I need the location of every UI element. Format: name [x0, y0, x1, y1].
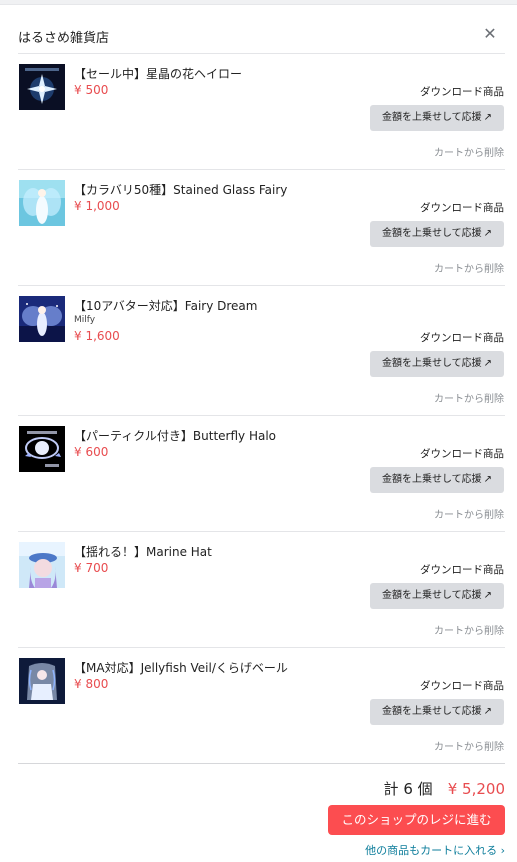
- product-price: ¥ 700: [74, 561, 109, 575]
- cart-item: 【セール中】星晶の花ヘイロー ¥ 500 ダウンロード商品 金額を上乗せして応援…: [18, 54, 505, 170]
- product-title[interactable]: 【セール中】星晶の花ヘイロー: [74, 65, 242, 82]
- boost-button-label: 金額を上乗せして応援: [381, 706, 482, 717]
- product-type-label: ダウンロード商品: [420, 86, 504, 98]
- remove-from-cart-link[interactable]: カートから削除: [434, 260, 504, 275]
- boost-button-label: 金額を上乗せして応援: [381, 358, 482, 369]
- continue-shopping-link[interactable]: 他の商品もカートに入れる ›: [365, 842, 505, 858]
- product-price: ¥ 1,600: [74, 329, 120, 343]
- product-thumbnail[interactable]: [19, 658, 65, 704]
- boost-payment-button[interactable]: 金額を上乗せして応援 ↗: [370, 583, 504, 609]
- product-price: ¥ 500: [74, 83, 109, 97]
- product-title[interactable]: 【MA対応】Jellyfish Veil/くらげベール: [74, 659, 288, 676]
- remove-from-cart-link[interactable]: カートから削除: [434, 506, 504, 521]
- product-title[interactable]: 【揺れる！】Marine Hat: [74, 543, 212, 560]
- cart-panel: はるさめ雑貨店 ✕ 【セール中】星晶の花ヘイロー ¥ 500 ダウンロード商品 …: [0, 5, 517, 862]
- external-link-arrow-icon: ↗: [483, 112, 493, 123]
- product-price: ¥ 800: [74, 677, 109, 691]
- chevron-right-icon: ›: [500, 844, 505, 857]
- boost-payment-button[interactable]: 金額を上乗せして応援 ↗: [370, 467, 504, 493]
- product-thumbnail[interactable]: [19, 426, 65, 472]
- shop-name: はるさめ雑貨店: [18, 31, 110, 46]
- external-link-arrow-icon: ↗: [483, 590, 493, 601]
- product-type-label: ダウンロード商品: [420, 448, 504, 460]
- boost-button-label: 金額を上乗せして応援: [381, 112, 482, 123]
- product-thumbnail[interactable]: [19, 64, 65, 110]
- product-type-label: ダウンロード商品: [420, 564, 504, 576]
- checkout-button[interactable]: このショップのレジに進む: [328, 805, 505, 835]
- external-link-arrow-icon: ↗: [483, 474, 493, 485]
- remove-from-cart-link[interactable]: カートから削除: [434, 622, 504, 637]
- remove-from-cart-link[interactable]: カートから削除: [434, 738, 504, 753]
- cart-item-list: 【セール中】星晶の花ヘイロー ¥ 500 ダウンロード商品 金額を上乗せして応援…: [18, 54, 505, 764]
- boost-payment-button[interactable]: 金額を上乗せして応援 ↗: [370, 221, 504, 247]
- product-price: ¥ 600: [74, 445, 109, 459]
- external-link-arrow-icon: ↗: [483, 358, 493, 369]
- cart-item: 【カラバリ50種】Stained Glass Fairy ¥ 1,000 ダウン…: [18, 170, 505, 286]
- product-title[interactable]: 【10アバター対応】Fairy Dream: [74, 297, 257, 314]
- total-item-count: 計 6 個: [383, 780, 433, 798]
- product-title[interactable]: 【カラバリ50種】Stained Glass Fairy: [74, 181, 287, 198]
- boost-button-label: 金額を上乗せして応援: [381, 228, 482, 239]
- cart-total: 計 6 個 ¥ 5,200: [384, 778, 505, 799]
- product-price: ¥ 1,000: [74, 199, 120, 213]
- boost-payment-button[interactable]: 金額を上乗せして応援 ↗: [370, 351, 504, 377]
- product-author: Milfy: [74, 315, 96, 325]
- external-link-arrow-icon: ↗: [483, 228, 493, 239]
- product-type-label: ダウンロード商品: [420, 202, 504, 214]
- boost-button-label: 金額を上乗せして応援: [381, 590, 482, 601]
- product-thumbnail[interactable]: [19, 296, 65, 342]
- boost-payment-button[interactable]: 金額を上乗せして応援 ↗: [370, 105, 504, 131]
- product-thumbnail[interactable]: [19, 180, 65, 226]
- boost-button-label: 金額を上乗せして応援: [381, 474, 482, 485]
- cart-item: 【パーティクル付き】Butterfly Halo ¥ 600 ダウンロード商品 …: [18, 416, 505, 532]
- remove-from-cart-link[interactable]: カートから削除: [434, 144, 504, 159]
- cart-item: 【揺れる！】Marine Hat ¥ 700 ダウンロード商品 金額を上乗せして…: [18, 532, 505, 648]
- product-thumbnail[interactable]: [19, 542, 65, 588]
- boost-payment-button[interactable]: 金額を上乗せして応援 ↗: [370, 699, 504, 725]
- cart-header: はるさめ雑貨店 ✕: [18, 25, 505, 54]
- product-title[interactable]: 【パーティクル付き】Butterfly Halo: [74, 427, 276, 444]
- product-type-label: ダウンロード商品: [420, 332, 504, 344]
- total-price: ¥ 5,200: [447, 780, 505, 798]
- product-type-label: ダウンロード商品: [420, 680, 504, 692]
- continue-shopping-label: 他の商品もカートに入れる: [365, 844, 498, 857]
- remove-from-cart-link[interactable]: カートから削除: [434, 390, 504, 405]
- cart-item: 【10アバター対応】Fairy Dream Milfy ¥ 1,600 ダウンロ…: [18, 286, 505, 416]
- cart-item: 【MA対応】Jellyfish Veil/くらげベール ¥ 800 ダウンロード…: [18, 648, 505, 764]
- close-icon[interactable]: ✕: [483, 25, 497, 43]
- external-link-arrow-icon: ↗: [483, 706, 493, 717]
